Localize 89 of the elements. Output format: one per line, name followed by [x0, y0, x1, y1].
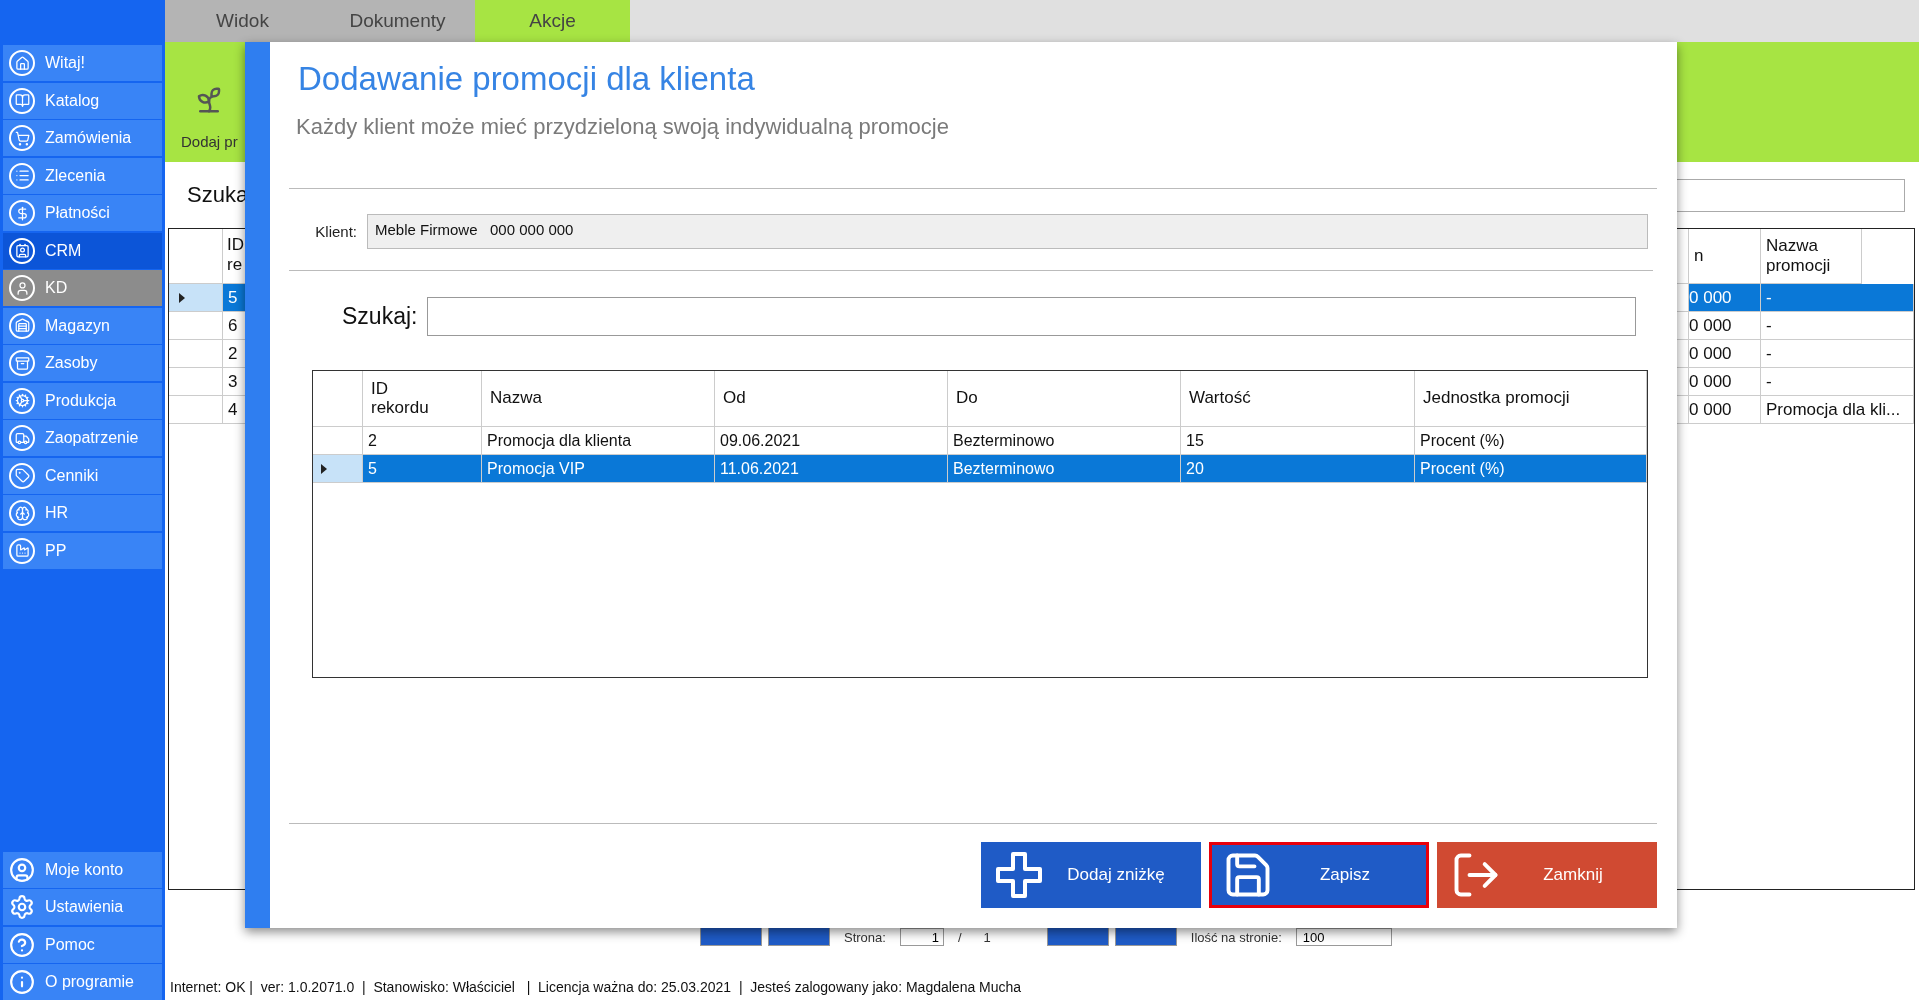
add-button[interactable]: Dodaj zniżkę — [981, 842, 1201, 908]
sidebar-item[interactable]: CRM — [3, 232, 162, 269]
sidebar-item[interactable]: Ustawienia — [3, 889, 162, 925]
page-count: 1 — [983, 929, 991, 946]
home-icon — [9, 50, 35, 76]
warehouse-icon — [9, 312, 35, 339]
sidebar-item[interactable]: Zamówienia — [3, 120, 162, 156]
user-icon — [9, 856, 35, 883]
row-header[interactable] — [169, 396, 223, 424]
sidebar-item[interactable]: Katalog — [3, 82, 162, 119]
tab[interactable]: Dokumenty — [320, 0, 475, 42]
list-icon — [9, 162, 35, 189]
page-separator: / — [957, 929, 962, 946]
row-header[interactable] — [169, 368, 223, 396]
ribbon-button[interactable]: Dodaj pr — [181, 133, 238, 150]
row-pointer-icon — [179, 292, 185, 303]
cog-icon — [9, 387, 35, 414]
search-label: Szukaj: — [341, 303, 419, 330]
table-cell: 11.06.2021 — [715, 455, 948, 483]
table-cell: Procent (%) — [1415, 427, 1647, 455]
table-cell: 09.06.2021 — [715, 427, 948, 455]
table-cell: Procent (%) — [1415, 455, 1647, 483]
client-label: Klient: — [314, 223, 358, 240]
row-header[interactable] — [169, 284, 223, 312]
table-cell: 15 — [1181, 427, 1415, 455]
sidebar-item[interactable]: Zasoby — [3, 345, 162, 381]
table-cell: 0 000 — [1689, 340, 1761, 368]
table-cell: Bezterminowo — [948, 427, 1181, 455]
table-cell: 0 000 — [1689, 284, 1761, 312]
dialog-subtitle: Każdy klient może mieć przydzieloną swoją indywidualną promocje — [295, 114, 950, 140]
sidebar-item[interactable]: Pomoc — [3, 926, 162, 963]
brain-icon — [9, 500, 35, 526]
row-header[interactable] — [313, 455, 363, 483]
help-icon — [9, 931, 35, 958]
contact-card-icon — [9, 237, 35, 264]
sidebar-item[interactable]: HR — [3, 495, 162, 531]
per-page-label: Ilość na stronie: — [1190, 929, 1282, 946]
sidebar-item[interactable]: Witaj! — [3, 45, 162, 81]
table-cell: Promocja dla kli... — [1761, 396, 1914, 424]
truck-icon — [9, 425, 35, 451]
sidebar-item[interactable]: Płatności — [3, 195, 162, 231]
table-cell: - — [1761, 368, 1914, 396]
sidebar-item[interactable]: Zlecenia — [3, 157, 162, 194]
client-field: Meble Firmowe 000 000 000 — [367, 214, 1648, 249]
dollar-icon — [9, 200, 35, 226]
table-cell: Bezterminowo — [948, 455, 1181, 483]
tab[interactable]: Widok — [165, 0, 320, 42]
tag-icon — [9, 462, 35, 489]
row-pointer-icon — [321, 463, 327, 474]
tab[interactable]: Akcje — [475, 0, 630, 42]
plus-icon — [994, 850, 1044, 900]
sidebar-item[interactable]: PP — [3, 532, 162, 569]
page-field[interactable]: 1 — [899, 928, 944, 946]
info-icon — [9, 969, 35, 995]
settings-icon — [9, 894, 35, 920]
table-cell: 5 — [363, 455, 482, 483]
sidebar-item[interactable]: Cenniki — [3, 457, 162, 494]
sidebar-item[interactable]: Zaopatrzenie — [3, 420, 162, 456]
status-text: Internet: OK | ver: 1.0.2071.0 | Stanowisko: Właściciel | Licencja ważna do: 25.03.2021 | Jesteś zalogowany jako: Magdalena Mucha — [169, 978, 1023, 997]
table-cell: Promocja VIP — [482, 455, 715, 483]
sidebar-item[interactable]: O programie — [3, 964, 162, 1000]
row-header[interactable] — [169, 312, 223, 340]
table-cell: - — [1761, 284, 1914, 312]
table-cell: Promocja dla klienta — [482, 427, 715, 455]
row-header[interactable] — [169, 340, 223, 368]
dialog-title: Dodawanie promocji dla klienta — [297, 60, 756, 98]
sidebar-item[interactable]: Moje konto — [3, 851, 162, 888]
sidebar-item[interactable]: Magazyn — [3, 307, 162, 344]
factory-icon — [9, 537, 35, 564]
row-header[interactable] — [313, 427, 363, 455]
table-cell: 0 000 — [1689, 368, 1761, 396]
sidebar-item[interactable]: KD — [3, 270, 162, 306]
table-cell: 20 — [1181, 455, 1415, 483]
search-field[interactable] — [1675, 178, 1905, 212]
per-page-dropdown[interactable]: 100 — [1295, 928, 1392, 946]
sidebar-item[interactable]: Produkcja — [3, 382, 162, 419]
search-field[interactable] — [427, 297, 1636, 336]
table-cell: 0 000 — [1689, 396, 1761, 424]
cart-icon — [9, 125, 35, 151]
archive-icon — [9, 350, 35, 376]
save-button[interactable]: Zapisz — [1209, 842, 1429, 908]
table-cell: 2 — [363, 427, 482, 455]
user-icon — [9, 275, 35, 301]
table-cell: - — [1761, 340, 1914, 368]
table-cell: 0 000 — [1689, 312, 1761, 340]
table-cell: - — [1761, 312, 1914, 340]
close-button[interactable]: Zamknij — [1437, 842, 1657, 908]
page-label: Strona: — [844, 929, 886, 946]
book-icon — [9, 87, 35, 114]
